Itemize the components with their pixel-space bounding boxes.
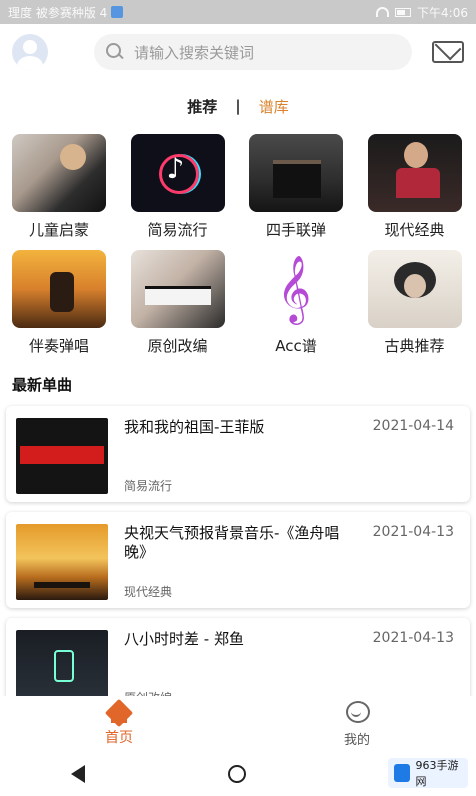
- watermark: 963手游网: [388, 758, 468, 788]
- section-title-latest: 最新单曲: [12, 376, 73, 394]
- category-label: 伴奏弹唱: [28, 337, 89, 355]
- notification-icon: [111, 6, 124, 18]
- search-input[interactable]: 请输入搜索关键词: [134, 42, 254, 63]
- song-date: 2021-04-14: [372, 418, 454, 434]
- category-item[interactable]: 儿童启蒙: [12, 134, 106, 240]
- avatar[interactable]: [12, 34, 48, 70]
- status-right: 下午4:06: [376, 4, 468, 21]
- category-thumbnail: [12, 134, 106, 212]
- category-label: 简易流行: [147, 221, 208, 239]
- category-thumbnail: [249, 134, 343, 212]
- tab-recommend[interactable]: 推荐: [187, 96, 217, 117]
- nav-home-label: 首页: [105, 730, 133, 746]
- battery-icon: [395, 7, 412, 17]
- search-bar[interactable]: 请输入搜索关键词: [94, 34, 412, 70]
- mail-icon[interactable]: [432, 41, 464, 63]
- song-thumbnail: [16, 524, 108, 600]
- tab-library[interactable]: 谱库: [259, 96, 289, 117]
- category-item[interactable]: 伴奏弹唱: [12, 250, 106, 356]
- status-left-text: 理度 被参赛种版 4: [8, 5, 108, 20]
- content-tabs: 推荐 | 谱库: [0, 92, 476, 120]
- status-bar: 理度 被参赛种版 4 下午4:06: [0, 0, 476, 24]
- category-label: Acc谱: [275, 337, 317, 355]
- category-thumbnail: [130, 134, 225, 212]
- song-title: 我和我的祖国-王菲版: [124, 418, 265, 436]
- category-item[interactable]: 四手联弹: [249, 134, 343, 240]
- category-thumbnail: [12, 250, 106, 328]
- wifi-icon: [376, 7, 390, 17]
- song-title: 八小时时差 - 郑鱼: [124, 630, 244, 648]
- category-label: 原创改编: [147, 337, 208, 355]
- bottom-navigation: 首页 我的: [0, 696, 476, 752]
- status-left: 理度 被参赛种版 4: [8, 4, 376, 21]
- treble-clef-icon: [249, 250, 343, 328]
- back-icon[interactable]: [71, 765, 86, 783]
- song-thumbnail: [16, 630, 108, 706]
- song-title: 央视天气预报背景音乐-《渔舟唱晚》: [124, 524, 340, 561]
- category-grid: 儿童启蒙 简易流行 四手联弹 现代经典 伴奏弹唱 原创改编 Acc谱 古典推荐: [12, 134, 464, 356]
- category-label: 现代经典: [384, 221, 445, 239]
- watermark-logo-icon: [394, 764, 410, 782]
- category-thumbnail: [367, 250, 462, 328]
- tab-separator: |: [235, 97, 241, 115]
- home-icon: [106, 701, 132, 723]
- category-label: 儿童启蒙: [28, 221, 89, 239]
- song-category: 简易流行: [124, 479, 173, 493]
- category-item[interactable]: Acc谱: [249, 250, 343, 356]
- latest-song-list: 我和我的祖国-王菲版 简易流行 2021-04-14 央视天气预报背景音乐-《渔…: [6, 406, 470, 724]
- nav-me-label: 我的: [343, 732, 370, 748]
- search-icon: [106, 43, 124, 61]
- category-item[interactable]: 原创改编: [130, 250, 225, 356]
- category-item[interactable]: 现代经典: [367, 134, 462, 240]
- nav-me[interactable]: 我的: [238, 696, 476, 752]
- category-label: 四手联弹: [265, 221, 326, 239]
- category-label: 古典推荐: [384, 337, 445, 355]
- list-item[interactable]: 央视天气预报背景音乐-《渔舟唱晚》 现代经典 2021-04-13: [6, 512, 470, 608]
- song-date: 2021-04-13: [372, 524, 454, 540]
- nav-home[interactable]: 首页: [0, 696, 238, 752]
- chat-smile-icon: [344, 700, 370, 725]
- status-time: 下午4:06: [417, 5, 468, 20]
- category-thumbnail: [130, 250, 225, 328]
- song-date: 2021-04-13: [372, 630, 454, 646]
- home-circle-icon[interactable]: [227, 765, 246, 783]
- song-category: 现代经典: [124, 585, 173, 599]
- list-item[interactable]: 我和我的祖国-王菲版 简易流行 2021-04-14: [6, 406, 470, 502]
- watermark-text: 963手游网: [415, 759, 459, 788]
- category-thumbnail: [367, 134, 462, 212]
- category-item[interactable]: 简易流行: [130, 134, 225, 240]
- top-bar: 请输入搜索关键词: [0, 24, 476, 80]
- song-thumbnail: [16, 418, 108, 494]
- category-item[interactable]: 古典推荐: [367, 250, 462, 356]
